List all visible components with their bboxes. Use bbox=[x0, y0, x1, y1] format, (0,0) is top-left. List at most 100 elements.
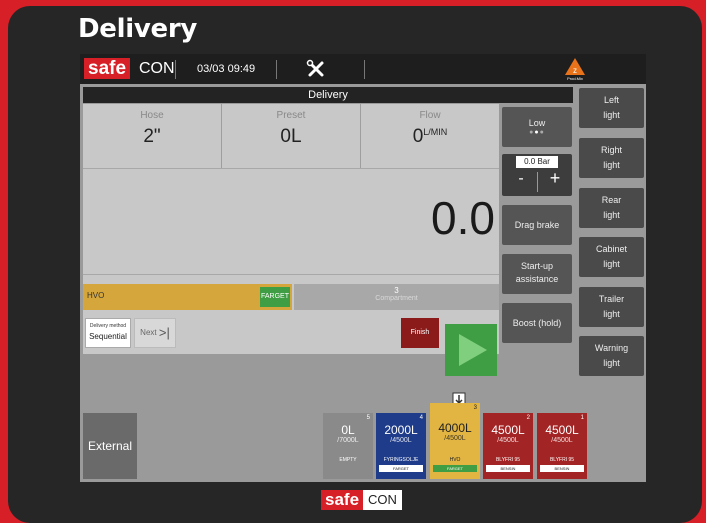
tank-tag: BENSIN bbox=[540, 465, 584, 472]
low-indicator-dots: ●●● bbox=[529, 129, 545, 136]
trailer-light-button[interactable]: Trailer light bbox=[579, 287, 644, 327]
light-label: Cabinet bbox=[595, 244, 628, 254]
flow-cell: Flow 0L/MIN bbox=[361, 104, 499, 168]
light-label: light bbox=[603, 309, 620, 319]
light-label: light bbox=[603, 358, 620, 368]
page-title: Delivery bbox=[78, 14, 197, 44]
warning-triangle-icon: z bbox=[565, 58, 585, 75]
tank-number: 2 bbox=[526, 415, 530, 421]
tank-product: BLYFRI 95 bbox=[495, 457, 521, 463]
tank-compartment-3-selected[interactable]: 3 4000L /4500L HVO FARGET bbox=[430, 403, 480, 479]
tank-level: 4500L bbox=[491, 423, 525, 437]
footer-logo: safe CON bbox=[321, 490, 402, 510]
wrench-screwdriver-icon[interactable] bbox=[306, 59, 326, 79]
tank-capacity: /4500L bbox=[551, 437, 573, 444]
warning-light-button[interactable]: Warning light bbox=[579, 336, 644, 376]
tank-level: 4000L bbox=[438, 421, 472, 435]
tank-number: 1 bbox=[580, 415, 584, 421]
pressure-value: 0.0 Bar bbox=[516, 156, 558, 168]
light-label: light bbox=[603, 259, 620, 269]
compartment-label: Compartment bbox=[375, 295, 418, 302]
skip-next-icon: >| bbox=[158, 325, 170, 340]
next-button[interactable]: Next >| bbox=[134, 318, 176, 348]
tank-tag: BENSIN bbox=[486, 465, 530, 472]
footer-logo-safe: safe bbox=[321, 490, 364, 510]
tank-product: HVO bbox=[449, 457, 461, 463]
tank-level: 2000L bbox=[384, 423, 418, 437]
product-tag: FARGET bbox=[260, 287, 290, 307]
tank-compartment-4[interactable]: 4 2000L /4500L FYRINGSOLJE FARGET bbox=[376, 413, 426, 479]
tank-capacity: /4500L bbox=[444, 435, 466, 442]
footer-logo-con: CON bbox=[363, 490, 402, 510]
datetime: 03/03 09:49 bbox=[197, 63, 256, 75]
light-label: light bbox=[603, 210, 620, 220]
product-bar: HVO FARGET bbox=[83, 284, 292, 310]
startup-label-1: Start-up bbox=[520, 261, 553, 271]
finish-button[interactable]: Finish bbox=[401, 318, 439, 348]
tank-level: 0L bbox=[341, 423, 355, 437]
light-label: Warning bbox=[594, 343, 629, 353]
tank-number: 3 bbox=[473, 405, 477, 411]
light-label: Trailer bbox=[598, 294, 625, 304]
counter-area: 0.0 bbox=[83, 168, 499, 275]
tank-number: 4 bbox=[419, 415, 423, 421]
prod-mix-button[interactable]: z Prod.Mix bbox=[564, 57, 586, 82]
tank-product: EMPTY bbox=[339, 457, 357, 463]
pressure-minus-button[interactable]: - bbox=[508, 170, 534, 188]
pressure-control: 0.0 Bar - + bbox=[502, 154, 572, 196]
tank-capacity: /4500L bbox=[497, 437, 519, 444]
startup-assistance-button[interactable]: Start-up assistance bbox=[502, 254, 572, 294]
flow-value: 0 bbox=[412, 126, 424, 147]
delivery-header: Delivery bbox=[83, 87, 573, 103]
right-light-button[interactable]: Right light bbox=[579, 138, 644, 178]
boost-hold-button[interactable]: Boost (hold) bbox=[502, 303, 572, 343]
hose-label: Hose bbox=[140, 110, 164, 121]
preset-value: 0L bbox=[280, 126, 302, 147]
left-light-button[interactable]: Left light bbox=[579, 88, 644, 128]
hose-value: 2" bbox=[143, 126, 161, 147]
screen: safe CON 03/03 09:49 z Prod.Mix Delivery… bbox=[80, 54, 646, 482]
tank-compartment-2[interactable]: 2 4500L /4500L BLYFRI 95 BENSIN bbox=[483, 413, 533, 479]
start-button[interactable] bbox=[445, 324, 497, 376]
product-name: HVO bbox=[87, 291, 105, 300]
tank-tag: FARGET bbox=[379, 465, 423, 472]
external-button[interactable]: External bbox=[83, 413, 137, 479]
flow-value-wrap: 0L/MIN bbox=[361, 126, 499, 148]
light-label: light bbox=[603, 160, 620, 170]
tank-product: BLYFRI 95 bbox=[549, 457, 575, 463]
light-label: light bbox=[603, 110, 620, 120]
tank-compartment-1[interactable]: 1 4500L /4500L BLYFRI 95 BENSIN bbox=[537, 413, 587, 479]
logo-con: CON bbox=[139, 60, 175, 77]
rear-light-button[interactable]: Rear light bbox=[579, 188, 644, 228]
tank-number: 5 bbox=[366, 415, 370, 421]
svg-text:z: z bbox=[573, 66, 577, 75]
delivery-method-button[interactable]: Delivery method Sequential bbox=[85, 318, 131, 348]
tank-tag: FARGET bbox=[433, 465, 477, 472]
tank-compartment-5[interactable]: 5 0L /7000L EMPTY bbox=[323, 413, 373, 479]
delivery-method-value: Sequential bbox=[89, 332, 127, 341]
pressure-plus-button[interactable]: + bbox=[542, 168, 568, 189]
divider bbox=[175, 60, 176, 79]
next-label: Next bbox=[140, 328, 157, 338]
tank-product: FYRINGSOLJE bbox=[383, 457, 419, 463]
light-label: Rear bbox=[601, 195, 622, 205]
logo-safe: safe bbox=[84, 58, 131, 79]
low-toggle-button[interactable]: Low ●●● bbox=[502, 107, 572, 147]
cabinet-light-button[interactable]: Cabinet light bbox=[579, 237, 644, 277]
light-label: Right bbox=[600, 145, 622, 155]
divider bbox=[276, 60, 277, 79]
compartment-number: 3 bbox=[394, 286, 399, 295]
divider bbox=[537, 172, 538, 192]
info-row: Hose 2" Preset 0L Flow 0L/MIN bbox=[83, 104, 499, 168]
hose-cell: Hose 2" bbox=[83, 104, 222, 168]
tank-capacity: /4500L bbox=[390, 437, 412, 444]
light-label: Left bbox=[603, 95, 619, 105]
flow-label: Flow bbox=[419, 110, 441, 121]
preset-cell[interactable]: Preset 0L bbox=[222, 104, 361, 168]
tank-level: 4500L bbox=[545, 423, 579, 437]
drag-brake-button[interactable]: Drag brake bbox=[502, 205, 572, 245]
top-bar: safe CON 03/03 09:49 z Prod.Mix bbox=[80, 54, 646, 84]
startup-label-2: assistance bbox=[515, 274, 559, 284]
delivery-panel: Hose 2" Preset 0L Flow 0L/MIN 0.0 HVO FA… bbox=[83, 104, 499, 354]
preset-label: Preset bbox=[276, 110, 306, 121]
